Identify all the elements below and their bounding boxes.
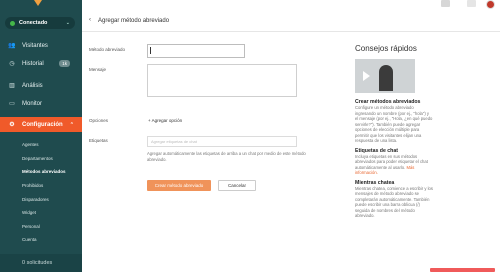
play-icon (363, 71, 370, 81)
quick-tips-panel: Consejos rápidos Crear métodos abreviado… (355, 44, 475, 219)
tips-video[interactable] (355, 59, 415, 93)
sidebar-item-monitor[interactable]: ▭ Monitor (0, 96, 82, 111)
sidebar-item-label: Monitor (22, 100, 43, 107)
sidebar-subitem-prohibidos[interactable]: Prohibidos (22, 183, 43, 188)
back-arrow-icon[interactable]: ‹ (89, 17, 91, 23)
chevron-up-icon: ⌃ (69, 121, 74, 128)
notes-icon[interactable] (441, 0, 450, 7)
avatar[interactable] (486, 0, 495, 9)
options-label: Opciones (89, 118, 109, 123)
requests-counter: 0 solicitudes (0, 254, 82, 272)
logo-icon (34, 0, 42, 6)
shortcut-name-input[interactable] (147, 44, 245, 58)
text-caret (150, 47, 151, 54)
status-label: Conectado (19, 20, 48, 26)
sidebar-item-historial[interactable]: ◷ Historial 1k (0, 56, 82, 71)
sidebar-item-label: Visitantes (22, 42, 48, 49)
sidebar-item-label: Historial (22, 60, 44, 67)
tip-body-text: Incluya etiquetas en sus métodos abrevia… (355, 153, 428, 170)
sidebar-subitem-metodos-abreviados[interactable]: Métodos abreviados (22, 169, 66, 174)
status-dropdown[interactable]: Conectado ⌄ (5, 17, 75, 29)
chat-icon[interactable] (467, 0, 476, 7)
tip-body: Incluya etiquetas en sus métodos abrevia… (355, 154, 433, 176)
tags-input[interactable]: Agregar etiquetas de chat (147, 136, 297, 147)
sidebar-item-configuracion[interactable]: ⚙ Configuración ⌃ (0, 117, 82, 132)
message-label: Mensaje (89, 67, 107, 72)
sidebar-subitem-widget[interactable]: Widget (22, 210, 36, 215)
sidebar-item-analisis[interactable]: ▥ Análisis (0, 78, 82, 93)
gear-icon: ⚙ (9, 122, 15, 128)
tip-body: Mientras chatea, comience a escribir y l… (355, 185, 433, 219)
sidebar-subitem-departamentos[interactable]: Departamentos (22, 156, 53, 161)
sidebar-item-label: Análisis (22, 82, 43, 89)
history-icon: ◷ (9, 61, 15, 67)
sidebar-subitem-disparadores[interactable]: Disparadores (22, 197, 49, 202)
sidebar-item-visitantes[interactable]: 👥 Visitantes (0, 38, 82, 53)
sidebar-subitem-cuenta[interactable]: Cuenta (22, 237, 37, 242)
users-icon: 👥 (8, 43, 16, 49)
header-divider (82, 31, 500, 32)
message-textarea[interactable] (147, 64, 297, 97)
count-badge: 1k (59, 60, 70, 67)
cancel-button[interactable]: Cancelar (218, 180, 256, 191)
tags-help-text: Agregar automáticamente las etiquetas de… (147, 151, 306, 162)
sidebar: Conectado ⌄ 👥 Visitantes ◷ Historial 1k … (0, 0, 82, 272)
tags-label: Etiquetas (89, 138, 108, 143)
add-option-link[interactable]: + Agregar opción (148, 118, 182, 123)
status-dot-icon (10, 20, 15, 26)
sidebar-item-label: Configuración (22, 121, 63, 128)
chat-notification-bar[interactable] (430, 268, 495, 272)
monitor-icon: ▭ (9, 101, 15, 107)
chevron-down-icon: ⌄ (65, 20, 70, 26)
create-shortcut-button[interactable]: Crear método abreviado (147, 180, 211, 191)
chart-icon: ▥ (9, 83, 15, 89)
tip-body: Configure un método abreviado ingresando… (355, 105, 433, 143)
sidebar-subitem-agentes[interactable]: Agentes (22, 142, 39, 147)
tips-title: Consejos rápidos (355, 44, 417, 53)
shortcut-name-label: Método abreviado (89, 47, 126, 52)
page-title: Agregar método abreviado (98, 18, 170, 24)
sidebar-subitem-personal[interactable]: Personal (22, 224, 40, 229)
presenter-image (379, 65, 393, 91)
